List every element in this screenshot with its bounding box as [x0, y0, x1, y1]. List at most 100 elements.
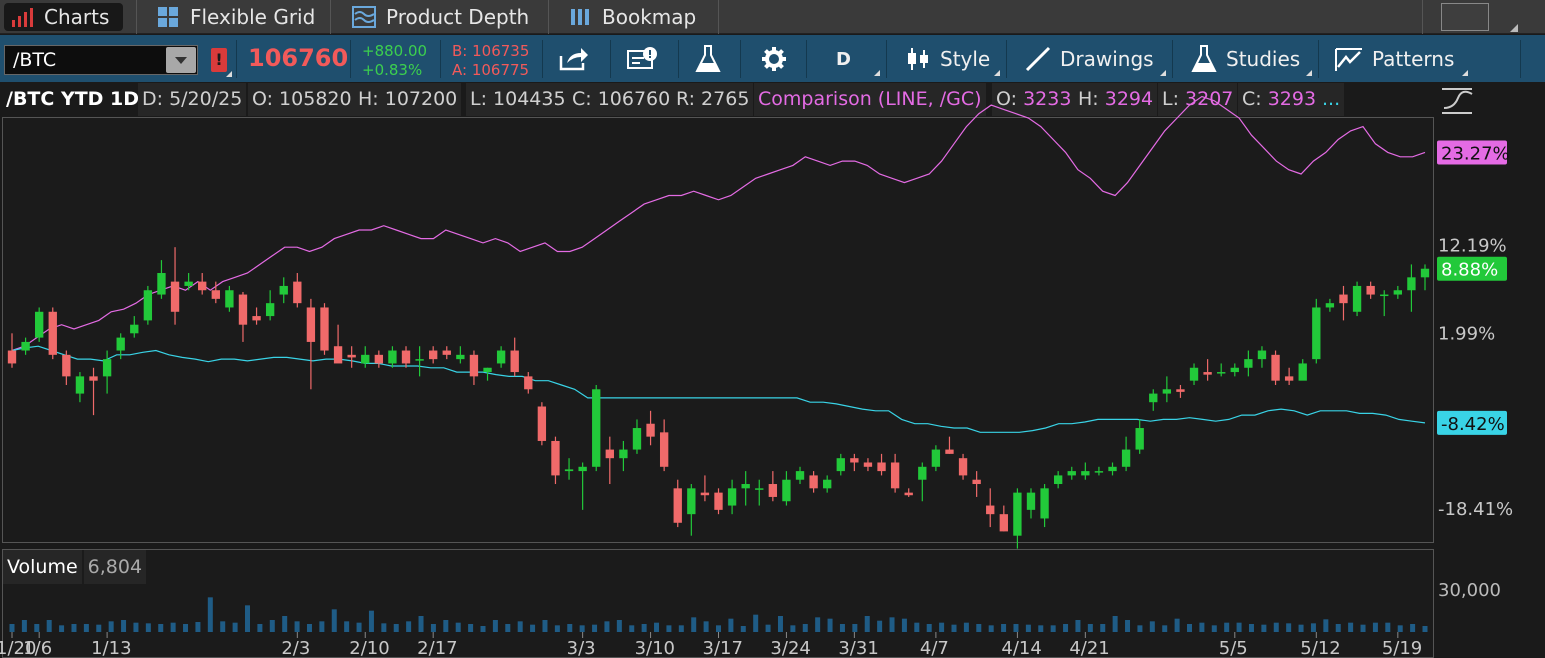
candle-body	[877, 462, 886, 472]
volume-bar	[1137, 625, 1143, 632]
candle-body	[1203, 372, 1212, 375]
candle-body	[265, 303, 275, 317]
volume-bar	[1273, 622, 1279, 632]
volume-bar	[1298, 624, 1304, 632]
candle-body	[1352, 285, 1362, 312]
volume-bar	[505, 624, 511, 632]
volume-bar	[691, 617, 697, 632]
candle-body	[1189, 367, 1199, 381]
candle-body	[35, 311, 44, 338]
candle-body	[48, 311, 57, 355]
volume-bar	[604, 621, 610, 632]
candle-body	[551, 440, 560, 476]
volume-bar	[641, 624, 647, 632]
volume-bar	[121, 620, 127, 632]
volume-bar	[877, 620, 883, 632]
price-badge-label: 23.27%	[1441, 143, 1510, 164]
candle-body	[537, 406, 547, 441]
candle-body	[469, 354, 479, 377]
volume-axis-label: 30,000	[1438, 580, 1501, 601]
candle-body	[605, 449, 614, 459]
x-tick-label: 1/13	[91, 638, 131, 658]
volume-bar	[381, 623, 387, 632]
candle-body	[279, 285, 288, 295]
volume-bars	[9, 597, 1428, 632]
candle-body	[184, 281, 193, 286]
candle-body	[401, 350, 411, 364]
volume-bar	[963, 622, 969, 632]
volume-bar	[864, 616, 870, 632]
volume-bar	[21, 620, 27, 632]
volume-bar	[592, 624, 598, 632]
volume-bar	[1211, 625, 1217, 632]
y-tick-label: 12.19%	[1438, 236, 1507, 257]
volume-bar	[1323, 619, 1329, 632]
candle-body	[116, 337, 125, 351]
volume-bar	[616, 620, 622, 632]
candle-body	[1135, 428, 1144, 450]
candle-body	[619, 449, 628, 459]
candle-body	[1121, 449, 1131, 467]
volume-bar	[406, 621, 412, 632]
volume-bar	[678, 625, 684, 632]
candle-body	[863, 462, 873, 467]
candle-body	[986, 505, 995, 515]
volume-bar	[294, 621, 300, 632]
volume-bar	[629, 625, 635, 632]
volume-bar	[443, 620, 449, 632]
candle-body	[62, 354, 71, 377]
volume-bar	[901, 618, 907, 632]
y-tick-label: 1.99%	[1438, 323, 1495, 344]
volume-bar	[331, 609, 337, 632]
volume-header: Volume 6,804	[3, 550, 148, 584]
volume-bar	[926, 624, 932, 632]
volume-bar	[1410, 624, 1416, 632]
volume-bar	[1013, 624, 1019, 632]
volume-bar	[1025, 624, 1031, 632]
x-tick-label: 5/19	[1382, 638, 1422, 658]
x-tick-label: 2/17	[417, 638, 457, 658]
candle-body	[1271, 354, 1280, 381]
candle-body	[388, 350, 397, 364]
volume-bar	[1038, 625, 1044, 632]
candle-body	[7, 350, 17, 364]
candle-body	[89, 376, 98, 381]
volume-bar	[71, 624, 77, 632]
price-badge-label: -8.42%	[1441, 414, 1505, 435]
candle-body	[198, 281, 207, 291]
candle-body	[211, 290, 220, 299]
candle-body	[809, 475, 818, 489]
volume-bar	[170, 622, 176, 632]
candle-body	[1366, 285, 1375, 295]
volume-bar	[232, 622, 238, 632]
candle-body	[1325, 303, 1335, 308]
volume-bar	[827, 618, 833, 632]
candle-body	[673, 488, 682, 523]
volume-bar	[1261, 624, 1267, 632]
candle-body	[524, 376, 533, 390]
volume-bar	[1087, 624, 1093, 632]
candle-body	[429, 350, 438, 360]
volume-bar	[1075, 620, 1081, 632]
candle-body	[823, 479, 832, 489]
candle-body	[1053, 475, 1063, 485]
volume-bar	[1199, 622, 1205, 632]
volume-bar	[1050, 625, 1056, 632]
volume-bar	[777, 616, 783, 632]
x-tick-label: 3/31	[838, 638, 878, 658]
volume-bar	[306, 624, 312, 632]
volume-bar	[59, 625, 65, 632]
volume-bar	[666, 625, 672, 632]
volume-bar	[108, 621, 114, 632]
volume-bar	[839, 624, 845, 632]
x-tick-label: 2/3	[281, 638, 310, 658]
candle-body	[1284, 376, 1294, 381]
volume-bar	[765, 624, 771, 632]
candle-body	[564, 469, 574, 472]
volume-bar	[951, 624, 957, 632]
candle-body	[1026, 492, 1036, 510]
volume-bar	[319, 621, 325, 632]
candle-body	[225, 290, 234, 308]
candle-body	[768, 484, 778, 497]
comparison-line-1	[11, 345, 1426, 433]
